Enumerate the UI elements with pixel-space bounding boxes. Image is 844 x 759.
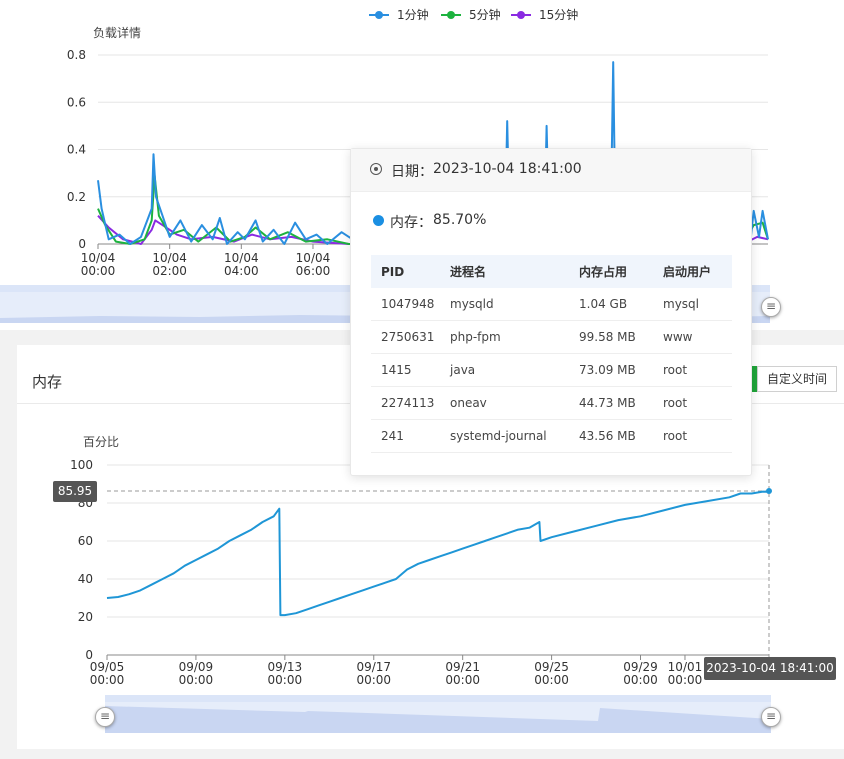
table-row: 1415 java 73.09 MB root (371, 353, 732, 387)
load-y-ticks: 0 0.2 0.4 0.6 0.8 (67, 48, 86, 251)
memory-series-line (106, 490, 770, 617)
load-x-tick-time: 02:00 (152, 264, 187, 278)
memory-x-tick-time: 00:00 (445, 673, 480, 687)
memory-chart-ylabel: 百分比 (83, 435, 119, 449)
cell-pid: 1047948 (371, 288, 440, 321)
legend-dot-5min (447, 11, 455, 19)
cell-user: root (653, 419, 732, 453)
tooltip-memory-value: 85.70% (433, 212, 487, 228)
memory-zoom-left-handle[interactable] (95, 707, 115, 727)
load-x-tick-date: 10/04 (224, 251, 259, 265)
column-header-name: 进程名 (440, 255, 569, 288)
memory-x-tick-date: 09/17 (356, 660, 391, 674)
memory-x-tick-time: 00:00 (356, 673, 391, 687)
tooltip-date-value: 2023-10-04 18:41:00 (433, 161, 582, 177)
process-table: PID 进程名 内存占用 启动用户 1047948 mysqld 1.04 GB… (371, 255, 732, 453)
memory-x-tick-date: 09/13 (268, 660, 303, 674)
cell-pid: 2274113 (371, 386, 440, 420)
cell-user: mysql (653, 288, 732, 321)
memory-y-tick-label: 40 (78, 572, 93, 586)
load-y-tick-label: 0.8 (67, 48, 86, 62)
legend-label-1min: 1分钟 (397, 7, 429, 22)
load-x-tick-date: 10/04 (81, 251, 116, 265)
cell-user: root (653, 386, 732, 420)
cell-memory: 43.56 MB (569, 419, 653, 453)
load-legend[interactable]: 1分钟 5分钟 15分钟 (369, 7, 578, 22)
memory-x-tick-date: 09/21 (445, 660, 480, 674)
table-row: 1047948 mysqld 1.04 GB mysql (371, 288, 732, 321)
memory-x-ticks: 09/0500:0009/0900:0009/1300:0009/1700:00… (90, 655, 703, 687)
table-row: 2274113 oneav 44.73 MB root (371, 386, 732, 420)
legend-dot-1min (375, 11, 383, 19)
cell-memory: 1.04 GB (569, 288, 653, 321)
memory-hover-time: 2023-10-04 18:41:00 (704, 657, 836, 680)
legend-item-5min[interactable]: 5分钟 (441, 7, 501, 22)
memory-x-tick-time: 00:00 (534, 673, 569, 687)
tooltip-date-label: 日期： (391, 164, 433, 180)
memory-y-tick-label: 60 (78, 534, 93, 548)
memory-x-tick-time: 00:00 (623, 673, 658, 687)
cell-name: php-fpm (440, 320, 569, 354)
cell-user: root (653, 353, 732, 387)
memory-zoom-right-handle[interactable] (761, 707, 781, 727)
cell-pid: 1415 (371, 353, 440, 387)
memory-grid (107, 464, 769, 656)
cell-name: oneav (440, 386, 569, 420)
memory-x-tick-time: 00:00 (668, 673, 703, 687)
load-y-tick-label: 0.6 (67, 95, 86, 109)
legend-item-15min[interactable]: 15分钟 (511, 7, 578, 22)
cell-memory: 44.73 MB (569, 386, 653, 420)
memory-x-tick-time: 00:00 (179, 673, 214, 687)
cell-user: www (653, 320, 732, 354)
memory-zoom-top-strip (105, 695, 771, 702)
load-x-tick-time: 04:00 (224, 264, 259, 278)
load-chart-ylabel: 负载详情 (93, 25, 141, 40)
tooltip-series-dot (373, 215, 384, 226)
memory-x-tick-date: 09/05 (90, 660, 125, 674)
column-header-pid: PID (371, 255, 440, 288)
legend-label-15min: 15分钟 (539, 7, 578, 22)
memory-highlight-value: 85.95 (53, 481, 97, 502)
memory-x-tick-date: 09/29 (623, 660, 658, 674)
memory-x-tick-time: 00:00 (268, 673, 303, 687)
load-x-tick-time: 00:00 (81, 264, 116, 278)
load-x-tick-time: 06:00 (296, 264, 331, 278)
cell-pid: 2750631 (371, 320, 440, 354)
memory-hover-point (766, 488, 772, 494)
cell-memory: 73.09 MB (569, 353, 653, 387)
tooltip-memory-label: 内存： (390, 215, 432, 231)
memory-x-tick-date: 10/01 (668, 660, 703, 674)
memory-x-tick-date: 09/09 (179, 660, 214, 674)
load-y-tick-label: 0.4 (67, 143, 86, 157)
cell-name: systemd-journal (440, 419, 569, 453)
tooltip-header: 日期： 2023-10-04 18:41:00 (351, 149, 751, 192)
process-table-header: PID 进程名 内存占用 启动用户 (371, 255, 732, 288)
load-x-ticks: 10/0400:0010/0402:0010/0404:0010/0406:00 (81, 244, 331, 278)
load-y-tick-label: 0.2 (67, 190, 86, 204)
memory-y-tick-label: 100 (70, 458, 93, 472)
cell-memory: 99.58 MB (569, 320, 653, 354)
legend-item-1min[interactable]: 1分钟 (369, 7, 429, 22)
column-header-memory: 内存占用 (569, 255, 653, 288)
cell-name: mysqld (440, 288, 569, 321)
clock-icon (370, 163, 382, 175)
load-y-tick-label: 0 (78, 237, 86, 251)
table-row: 2750631 php-fpm 99.58 MB www (371, 320, 732, 354)
cell-name: java (440, 353, 569, 387)
load-zoom-right-handle[interactable] (761, 297, 781, 317)
load-x-tick-date: 10/04 (152, 251, 187, 265)
memory-y-tick-label: 20 (78, 610, 93, 624)
load-x-tick-date: 10/04 (296, 251, 331, 265)
cell-pid: 241 (371, 419, 440, 453)
memory-x-tick-date: 09/25 (534, 660, 569, 674)
memory-series-lines (106, 490, 770, 617)
column-header-user: 启动用户 (653, 255, 732, 288)
legend-label-5min: 5分钟 (469, 7, 501, 22)
memory-tooltip: 日期： 2023-10-04 18:41:00 内存： 85.70% PID 进… (350, 148, 752, 476)
legend-dot-15min (517, 11, 525, 19)
memory-x-tick-time: 00:00 (90, 673, 125, 687)
table-row: 241 systemd-journal 43.56 MB root (371, 419, 732, 453)
